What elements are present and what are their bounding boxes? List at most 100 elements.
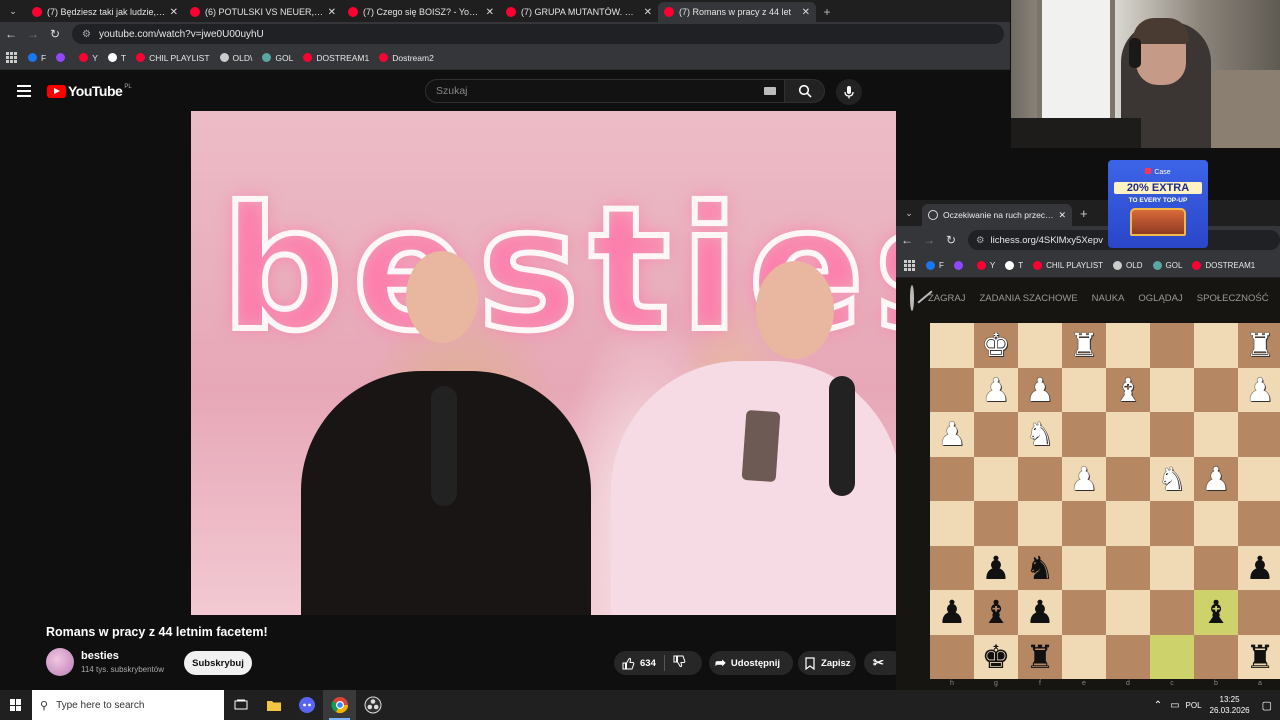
black-rook-icon[interactable]: ♜: [1246, 641, 1275, 673]
keyboard-icon[interactable]: [764, 87, 776, 95]
bookmark-item[interactable]: GOL: [262, 53, 293, 63]
board-square[interactable]: ♟: [930, 590, 974, 635]
board-square[interactable]: [1238, 456, 1280, 501]
board-square[interactable]: [1238, 412, 1280, 457]
white-rook-icon[interactable]: ♜: [1070, 329, 1099, 361]
board-square[interactable]: ♝: [1106, 367, 1150, 412]
board-square[interactable]: [974, 456, 1018, 501]
save-button[interactable]: Zapisz: [798, 651, 856, 675]
board-square[interactable]: [974, 412, 1018, 457]
bookmark-item[interactable]: CHIL PLAYLIST: [1033, 261, 1103, 270]
search-button[interactable]: [785, 79, 825, 103]
board-square[interactable]: [930, 501, 974, 546]
board-square[interactable]: [1062, 634, 1106, 679]
black-pawn-icon[interactable]: ♟: [1026, 596, 1055, 628]
browser-tab[interactable]: (7) GRUPA MUTANTÓW. WYRC ✕: [500, 2, 658, 22]
black-king-icon[interactable]: ♚: [982, 641, 1011, 673]
white-rook-icon[interactable]: ♜: [1246, 329, 1275, 361]
board-square[interactable]: [1106, 456, 1150, 501]
board-square[interactable]: ♟: [974, 545, 1018, 590]
clock[interactable]: 13:25 26.03.2026: [1210, 694, 1250, 716]
board-square[interactable]: ♟: [1018, 590, 1062, 635]
back-icon[interactable]: ←: [0, 27, 22, 41]
url-field[interactable]: ⚙ youtube.com/watch?v=jwe0U00uyhU: [72, 24, 1004, 44]
new-tab-button[interactable]: +: [1080, 206, 1088, 221]
share-button[interactable]: ➦ Udostępnij: [709, 651, 793, 675]
black-pawn-icon[interactable]: ♟: [982, 552, 1011, 584]
lichess-nav-item[interactable]: OGLĄDAJ: [1138, 293, 1182, 304]
lichess-nav-item[interactable]: SPOŁECZNOŚĆ: [1197, 293, 1269, 304]
black-bishop-icon[interactable]: ♝: [1202, 596, 1231, 628]
board-square[interactable]: [930, 545, 974, 590]
video-player[interactable]: besties: [191, 111, 896, 615]
bookmark-item[interactable]: CHIL PLAYLIST: [136, 53, 210, 63]
browser-tab[interactable]: (7) Romans w pracy z 44 let ✕: [658, 2, 816, 22]
menu-icon[interactable]: [17, 85, 31, 97]
board-square[interactable]: [1106, 412, 1150, 457]
subscribe-button[interactable]: Subskrybuj: [184, 651, 252, 675]
board-square[interactable]: ♞: [1018, 412, 1062, 457]
board-square[interactable]: [1062, 590, 1106, 635]
board-square[interactable]: [1150, 323, 1194, 368]
voice-search-button[interactable]: [836, 79, 862, 105]
board-square[interactable]: [1018, 323, 1062, 368]
chrome-icon[interactable]: [323, 690, 356, 720]
board-square[interactable]: [1106, 545, 1150, 590]
board-square[interactable]: [1150, 412, 1194, 457]
bookmark-item[interactable]: F: [926, 261, 944, 270]
discord-icon[interactable]: [290, 690, 323, 720]
white-pawn-icon[interactable]: ♟: [938, 418, 967, 450]
bookmark-item[interactable]: [953, 261, 967, 270]
channel-name[interactable]: besties: [81, 650, 119, 662]
black-knight-icon[interactable]: ♞: [1026, 552, 1055, 584]
browser-tab[interactable]: (6) POTULSKI VS NEUER, MACI ✕: [184, 2, 342, 22]
board-square[interactable]: [1150, 634, 1194, 679]
board-square[interactable]: [1150, 367, 1194, 412]
close-tab-icon[interactable]: ✕: [1058, 210, 1066, 221]
network-icon[interactable]: ▭: [1170, 700, 1179, 711]
lichess-logo-icon[interactable]: [910, 285, 914, 311]
board-square[interactable]: [1194, 545, 1238, 590]
close-tab-icon[interactable]: ✕: [328, 7, 336, 18]
board-square[interactable]: ♚: [974, 323, 1018, 368]
forward-icon[interactable]: →: [22, 27, 44, 41]
white-bishop-icon[interactable]: ♝: [1114, 374, 1143, 406]
board-square[interactable]: ♟: [1194, 456, 1238, 501]
ad-banner[interactable]: Case 20% EXTRA TO EVERY TOP-UP: [1108, 160, 1208, 248]
board-square[interactable]: [1238, 590, 1280, 635]
board-square[interactable]: [930, 634, 974, 679]
bookmark-item[interactable]: T: [107, 53, 126, 63]
bookmark-item[interactable]: F: [28, 53, 46, 63]
white-pawn-icon[interactable]: ♟: [1246, 374, 1275, 406]
new-tab-button[interactable]: +: [816, 2, 838, 22]
board-square[interactable]: [1106, 323, 1150, 368]
board-square[interactable]: [1238, 501, 1280, 546]
board-square[interactable]: [1150, 545, 1194, 590]
board-square[interactable]: [1062, 412, 1106, 457]
board-square[interactable]: [930, 367, 974, 412]
reload-icon[interactable]: ↻: [44, 27, 66, 41]
language-indicator[interactable]: POL: [1186, 701, 1202, 710]
board-square[interactable]: [1106, 590, 1150, 635]
board-square[interactable]: ♟: [1018, 367, 1062, 412]
chess-board[interactable]: ♚ ♜ ♜ ♟ ♟ ♝ ♟ ♟ ♞ ♟ ♞ ♟ ♟ ♞ ♟ ♟ ♝ ♟ ♝ ♚ ♜ ♜: [930, 323, 1280, 679]
board-square[interactable]: ♝: [974, 590, 1018, 635]
board-square[interactable]: [1062, 545, 1106, 590]
bookmark-item[interactable]: DOSTREAM1: [1192, 261, 1255, 270]
reload-icon[interactable]: ↻: [940, 233, 962, 247]
channel-avatar[interactable]: [46, 648, 74, 676]
notifications-icon[interactable]: ▢: [1262, 699, 1272, 712]
bookmark-item[interactable]: Y: [976, 261, 995, 270]
browser-tab[interactable]: (7) Będziesz taki jak ludzie, któr ✕: [26, 2, 184, 22]
back-icon[interactable]: ←: [896, 233, 918, 247]
obs-icon[interactable]: [356, 690, 389, 720]
board-square[interactable]: [1106, 634, 1150, 679]
board-square[interactable]: ♟: [930, 412, 974, 457]
tab-search-icon[interactable]: ⌄: [0, 0, 26, 22]
board-square[interactable]: [974, 501, 1018, 546]
board-square[interactable]: [1194, 501, 1238, 546]
board-square[interactable]: [1194, 323, 1238, 368]
board-square[interactable]: [1194, 412, 1238, 457]
board-square[interactable]: [1062, 367, 1106, 412]
dislike-button[interactable]: [673, 655, 686, 671]
